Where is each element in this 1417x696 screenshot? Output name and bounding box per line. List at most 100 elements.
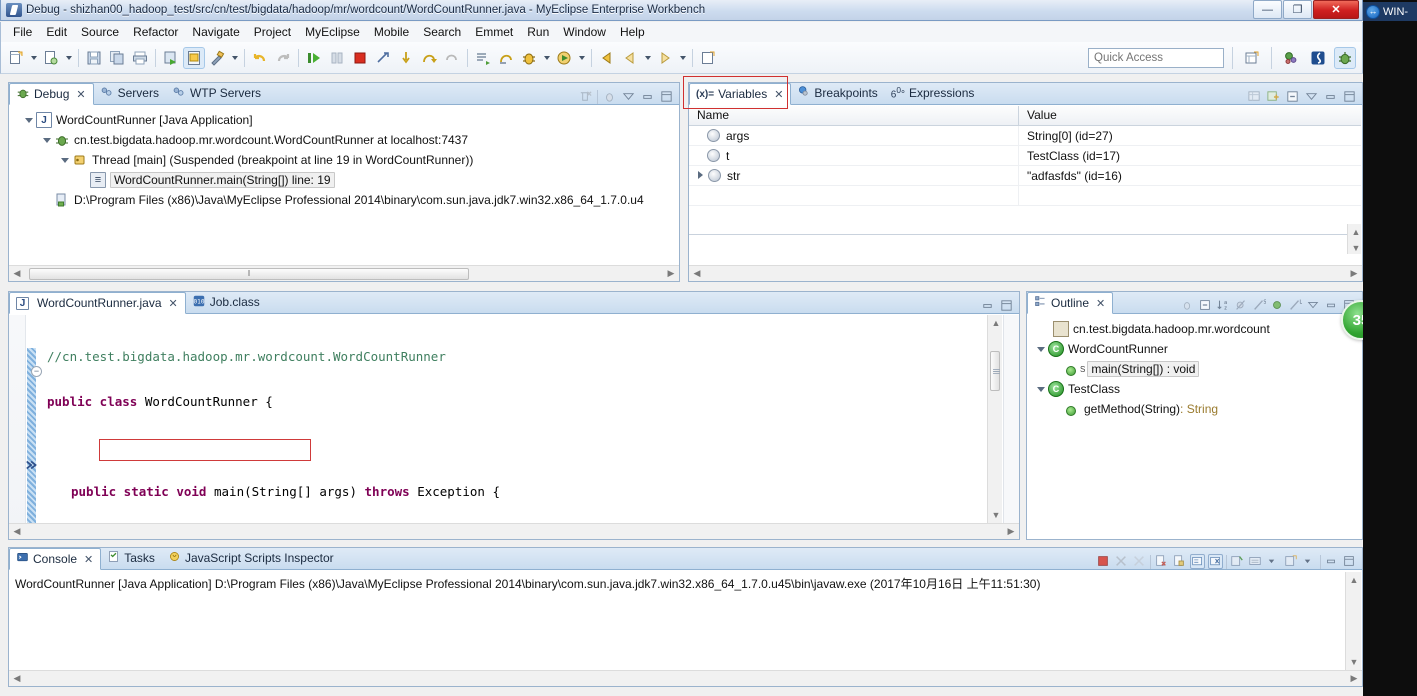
- minimize-icon[interactable]: [1324, 554, 1339, 569]
- tab-expressions[interactable]: 60° Expressions: [885, 82, 982, 104]
- back-dropdown-icon[interactable]: [642, 47, 653, 69]
- scroll-left-icon[interactable]: ◀: [9, 526, 25, 537]
- view-menu-icon[interactable]: [1304, 89, 1319, 104]
- build-hammer-icon[interactable]: [206, 47, 228, 69]
- tab-variables[interactable]: (x)= Variables ✕: [689, 83, 792, 105]
- variables-detail-pane[interactable]: [689, 234, 1361, 264]
- maximize-icon[interactable]: [659, 89, 674, 104]
- menu-refactor[interactable]: Refactor: [126, 23, 185, 41]
- restore-button[interactable]: ❐: [1283, 0, 1312, 19]
- save-icon[interactable]: [83, 47, 105, 69]
- open-console-dropdown-icon[interactable]: [1302, 554, 1317, 569]
- menu-search[interactable]: Search: [416, 23, 468, 41]
- close-icon[interactable]: ✕: [76, 88, 85, 101]
- twisty-collapsed-icon[interactable]: [695, 170, 706, 181]
- source-code[interactable]: //cn.test.bigdata.hadoop.mr.wordcount.Wo…: [9, 319, 1019, 539]
- table-row[interactable]: t TestClass (id=17): [689, 146, 1361, 166]
- debug-tree-row[interactable]: cn.test.bigdata.hadoop.mr.wordcount.Word…: [9, 130, 678, 150]
- scroll-down-icon[interactable]: ▼: [1346, 654, 1362, 670]
- console-output[interactable]: WordCountRunner [Java Application] D:\Pr…: [9, 572, 1346, 670]
- menu-navigate[interactable]: Navigate: [185, 23, 246, 41]
- forward-icon[interactable]: [654, 47, 676, 69]
- scroll-right-icon[interactable]: ▶: [1003, 526, 1019, 537]
- console-vscrollbar[interactable]: ▲ ▼: [1345, 572, 1361, 670]
- menu-edit[interactable]: Edit: [39, 23, 74, 41]
- menu-emmet[interactable]: Emmet: [468, 23, 520, 41]
- scroll-left-icon[interactable]: ◀: [689, 268, 705, 279]
- view-menu-icon[interactable]: [621, 89, 636, 104]
- debug-tree-row[interactable]: D:\Program Files (x86)\Java\MyEclipse Pr…: [9, 190, 678, 210]
- maximize-icon[interactable]: [999, 298, 1014, 313]
- column-header-value[interactable]: Value: [1019, 106, 1065, 125]
- outline-row-class[interactable]: TestClass: [1027, 379, 1361, 399]
- menu-source[interactable]: Source: [74, 23, 126, 41]
- remove-launch-icon[interactable]: [1114, 554, 1129, 569]
- tab-breakpoints[interactable]: Breakpoints: [791, 82, 884, 104]
- display-console-dropdown-icon[interactable]: [1266, 554, 1281, 569]
- terminate-icon[interactable]: [1096, 554, 1111, 569]
- twisty-expanded-icon[interactable]: [41, 135, 52, 146]
- lock-scroll-icon[interactable]: [1172, 554, 1187, 569]
- display-selected-console-icon[interactable]: [1248, 554, 1263, 569]
- close-icon[interactable]: ✕: [1096, 297, 1105, 310]
- scroll-up-icon[interactable]: ▲: [1348, 224, 1364, 240]
- variables-detail-vscrollbar[interactable]: ▲ ▼: [1347, 224, 1361, 254]
- close-button[interactable]: ✕: [1313, 0, 1359, 19]
- new-wizard-icon[interactable]: [5, 47, 27, 69]
- hide-fields-icon[interactable]: [1234, 298, 1249, 313]
- show-console-on-output-icon[interactable]: [1208, 554, 1223, 569]
- myeclipse-perspective-icon[interactable]: [1280, 47, 1302, 69]
- step-over-icon[interactable]: [418, 47, 440, 69]
- undo-icon[interactable]: [249, 47, 271, 69]
- tab-wordcountrunner-java[interactable]: WordCountRunner.java ✕: [9, 292, 186, 314]
- scroll-down-icon[interactable]: ▼: [1348, 240, 1364, 256]
- run-last-tool-icon[interactable]: [160, 47, 182, 69]
- scroll-lock-icon[interactable]: [1190, 554, 1205, 569]
- back-history-icon[interactable]: [619, 47, 641, 69]
- debug-dropdown-icon[interactable]: [541, 47, 552, 69]
- new-java-class-icon[interactable]: [40, 47, 62, 69]
- link-with-editor-icon[interactable]: [1180, 298, 1195, 313]
- minimize-button[interactable]: —: [1253, 0, 1282, 19]
- twisty-expanded-icon[interactable]: [23, 115, 34, 126]
- save-all-icon[interactable]: [106, 47, 128, 69]
- hide-local-types-icon[interactable]: L: [1288, 298, 1303, 313]
- minimize-icon[interactable]: [1324, 298, 1339, 313]
- open-console-icon[interactable]: [1284, 554, 1299, 569]
- maximize-icon[interactable]: [1342, 554, 1357, 569]
- new-dropdown-icon[interactable]: [28, 47, 39, 69]
- outline-row-package[interactable]: cn.test.bigdata.hadoop.mr.wordcount: [1027, 319, 1361, 339]
- variable-value-cell[interactable]: String[0] (id=27): [1019, 126, 1113, 145]
- disconnect-icon[interactable]: [372, 47, 394, 69]
- tab-js-inspector[interactable]: JavaScript Scripts Inspector: [162, 547, 341, 569]
- tab-servers[interactable]: Servers: [94, 82, 166, 104]
- redo-icon[interactable]: [272, 47, 294, 69]
- collapse-all-icon[interactable]: [1198, 298, 1213, 313]
- clear-console-icon[interactable]: [1154, 554, 1169, 569]
- close-icon[interactable]: ✕: [169, 297, 178, 310]
- editor-hscrollbar[interactable]: ◀ ▶: [9, 523, 1019, 539]
- scroll-right-icon[interactable]: ▶: [663, 268, 679, 279]
- variable-value-cell[interactable]: "adfasfds" (id=16): [1019, 166, 1122, 185]
- table-row[interactable]: args String[0] (id=27): [689, 126, 1361, 146]
- run-dropdown-icon[interactable]: [576, 47, 587, 69]
- console-hscrollbar[interactable]: ◀ ▶: [9, 670, 1362, 686]
- teamviewer-indicator[interactable]: WIN-: [1363, 2, 1417, 21]
- variables-view-hscrollbar[interactable]: ◀ ▶: [689, 265, 1362, 281]
- back-icon[interactable]: [596, 47, 618, 69]
- menu-myeclipse[interactable]: MyEclipse: [298, 23, 367, 41]
- tab-console[interactable]: Console ✕: [9, 548, 102, 570]
- view-menu-icon[interactable]: [1306, 298, 1321, 313]
- debug-tree-row[interactable]: WordCountRunner.main(String[]) line: 19: [9, 170, 678, 190]
- editor-vscrollbar[interactable]: ▲ ▼: [987, 315, 1002, 523]
- menu-mobile[interactable]: Mobile: [367, 23, 416, 41]
- tab-outline[interactable]: Outline ✕: [1027, 292, 1114, 314]
- minimize-icon[interactable]: [980, 298, 995, 313]
- build-dropdown-icon[interactable]: [229, 47, 240, 69]
- scroll-up-icon[interactable]: ▲: [988, 315, 1004, 331]
- scroll-left-icon[interactable]: ◀: [9, 673, 25, 684]
- maximize-icon[interactable]: [1342, 89, 1357, 104]
- outline-row-method[interactable]: S main(String[]) : void: [1027, 359, 1361, 379]
- java-perspective-icon[interactable]: [1307, 47, 1329, 69]
- new-java-dropdown-icon[interactable]: [63, 47, 74, 69]
